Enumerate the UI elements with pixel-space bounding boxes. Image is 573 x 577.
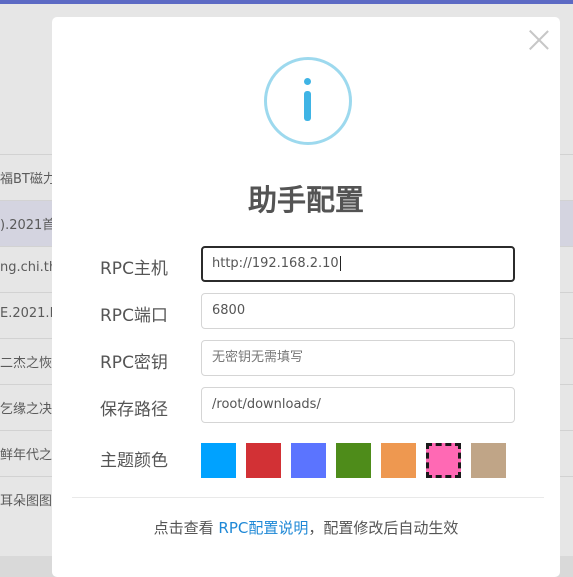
- rpc-config-help-link[interactable]: RPC配置说明: [218, 519, 308, 537]
- list-item-text: 二杰之恢: [0, 356, 53, 371]
- theme-swatch-green[interactable]: [336, 443, 371, 478]
- save-path-label: 保存路径: [100, 400, 168, 420]
- info-icon: [264, 57, 352, 145]
- text-cursor: [339, 256, 341, 271]
- theme-swatch-red[interactable]: [246, 443, 281, 478]
- footer-note: 点击查看 RPC配置说明，配置修改后自动生效: [153, 519, 459, 537]
- rpc-secret-label: RPC密钥: [100, 353, 168, 373]
- theme-swatch-blue[interactable]: [201, 443, 236, 478]
- divider: [72, 497, 544, 498]
- dialog-title: 助手配置: [247, 183, 364, 217]
- theme-swatch-orange[interactable]: [381, 443, 416, 478]
- rpc-secret-input[interactable]: 无密钥无需填写: [201, 340, 515, 376]
- config-dialog: 助手配置 RPC主机 http://192.168.2.10 RPC端口 680…: [52, 17, 560, 577]
- theme-swatch-indigo[interactable]: [291, 443, 326, 478]
- rpc-host-input[interactable]: http://192.168.2.10: [201, 246, 515, 282]
- close-icon[interactable]: [528, 29, 550, 51]
- save-path-input[interactable]: /root/downloads/: [201, 387, 515, 423]
- rpc-port-input[interactable]: 6800: [201, 293, 515, 329]
- rpc-port-label: RPC端口: [100, 306, 168, 326]
- rpc-host-label: RPC主机: [100, 259, 168, 279]
- theme-swatch-pink[interactable]: [426, 443, 461, 478]
- list-item-text: E.2021.H: [0, 306, 60, 321]
- theme-swatch-tan[interactable]: [471, 443, 506, 478]
- theme-color-label: 主题颜色: [100, 451, 168, 471]
